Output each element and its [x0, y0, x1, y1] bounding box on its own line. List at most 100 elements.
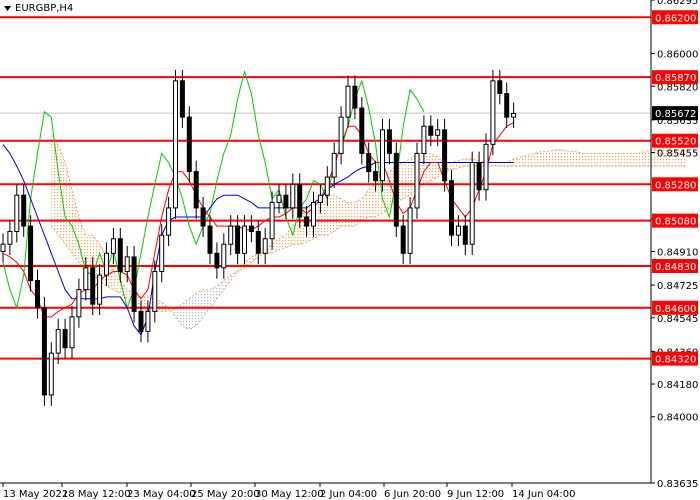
cloud-segment	[555, 149, 562, 167]
price-tick-label: 0.84545	[657, 314, 698, 325]
cloud-segment	[403, 158, 411, 199]
level-price-label-text: 0.84600	[655, 304, 696, 315]
level-price-label-text: 0.85520	[655, 137, 696, 148]
candle	[131, 246, 137, 323]
candle-body	[269, 201, 275, 240]
candle-body	[110, 238, 116, 254]
candle-body	[173, 80, 178, 209]
candle-body	[193, 171, 199, 209]
candle-body	[131, 256, 137, 312]
cloud-segment	[341, 198, 348, 227]
candle-body	[200, 207, 206, 227]
price-tick-label: 0.86295	[657, 0, 698, 7]
candle-body	[400, 225, 406, 254]
candle-body	[221, 243, 227, 269]
candle-body	[166, 207, 172, 236]
candle-body	[159, 234, 165, 272]
candle-body	[490, 80, 496, 145]
candle-body	[421, 125, 427, 154]
candle-body	[35, 280, 40, 309]
cloud-segment	[596, 153, 604, 167]
cloud-segment	[568, 151, 576, 167]
candle-body	[442, 129, 448, 182]
candle-body	[83, 267, 89, 291]
candle-body	[104, 252, 109, 276]
cloud-segment	[348, 202, 355, 227]
price-tick-label: 0.84910	[657, 247, 698, 258]
current-price-label: 0.85672	[652, 106, 698, 121]
cloud-segment	[541, 151, 549, 167]
candle-body	[352, 85, 358, 109]
candle-body	[380, 129, 385, 182]
candle-body	[242, 225, 247, 254]
level-price-label-text: 0.85280	[655, 180, 696, 191]
candle-body	[476, 162, 482, 191]
candle-body	[276, 194, 282, 203]
candle-body	[248, 225, 254, 233]
candle-body	[145, 310, 151, 332]
level-price-label: 0.84830	[652, 259, 698, 274]
level-price-label-text: 0.85080	[655, 217, 696, 228]
candle-body	[262, 238, 268, 254]
candle-body	[186, 116, 192, 173]
time-tick-label: 30 May 12:00	[255, 489, 324, 500]
level-price-label: 0.85280	[652, 177, 698, 192]
candle-body	[214, 252, 220, 269]
candle-body	[317, 194, 323, 203]
candle	[449, 169, 454, 247]
candle-body	[504, 93, 510, 118]
candle-body	[62, 329, 68, 349]
candle-body	[228, 225, 234, 245]
cloud-segment	[624, 153, 631, 167]
level-price-label: 0.86200	[652, 10, 698, 25]
cloud-segment	[610, 153, 618, 167]
cloud-segment	[189, 293, 197, 330]
price-tick-label: 0.85455	[657, 149, 698, 160]
candle	[393, 142, 399, 237]
level-price-label-text: 0.86200	[655, 13, 696, 24]
candle	[41, 296, 47, 406]
candle	[414, 142, 420, 219]
candle-body	[345, 85, 351, 118]
cloud-segment	[423, 153, 431, 185]
candle-body	[0, 243, 6, 252]
price-tick-label: 0.84725	[657, 281, 698, 292]
time-tick-label: 9 Jun 12:00	[447, 489, 504, 500]
candle	[380, 118, 385, 192]
candle-body	[48, 352, 54, 396]
time-tick-label: 18 May 12:00	[62, 489, 131, 500]
candle-body	[428, 125, 434, 136]
candle-body	[497, 80, 503, 95]
time-tick-label: 2 Jun 04:00	[320, 489, 377, 500]
symbol-label: EURGBP,H4	[15, 3, 73, 14]
candle	[469, 151, 475, 256]
cloud-segment	[582, 153, 590, 167]
candle-body	[414, 152, 420, 209]
candle-body	[55, 329, 61, 354]
candle-body	[331, 152, 337, 178]
candle-body	[97, 274, 103, 305]
candle-body	[76, 289, 82, 318]
candle-body	[304, 216, 310, 227]
candle-body	[483, 143, 489, 191]
candle-body	[338, 116, 344, 154]
candle-body	[449, 180, 454, 236]
candle-body	[235, 225, 241, 254]
level-price-label-text: 0.84830	[655, 262, 696, 273]
price-tick-label: 0.84000	[657, 413, 698, 424]
candle-body	[366, 152, 372, 173]
level-price-label: 0.84320	[652, 351, 698, 366]
cloud-segment	[630, 153, 638, 167]
cloud-segment	[589, 153, 597, 167]
cloud-segment	[548, 149, 555, 167]
candle-body	[90, 267, 96, 305]
candle-body	[393, 152, 399, 227]
candle-body	[69, 316, 75, 349]
candle-body	[14, 194, 20, 233]
candle-body	[435, 129, 441, 136]
cloud-segment	[492, 162, 500, 167]
candle-body	[28, 225, 34, 282]
candle	[173, 69, 178, 219]
current-price-label-text: 0.85672	[655, 109, 696, 120]
candle-body	[283, 194, 289, 209]
